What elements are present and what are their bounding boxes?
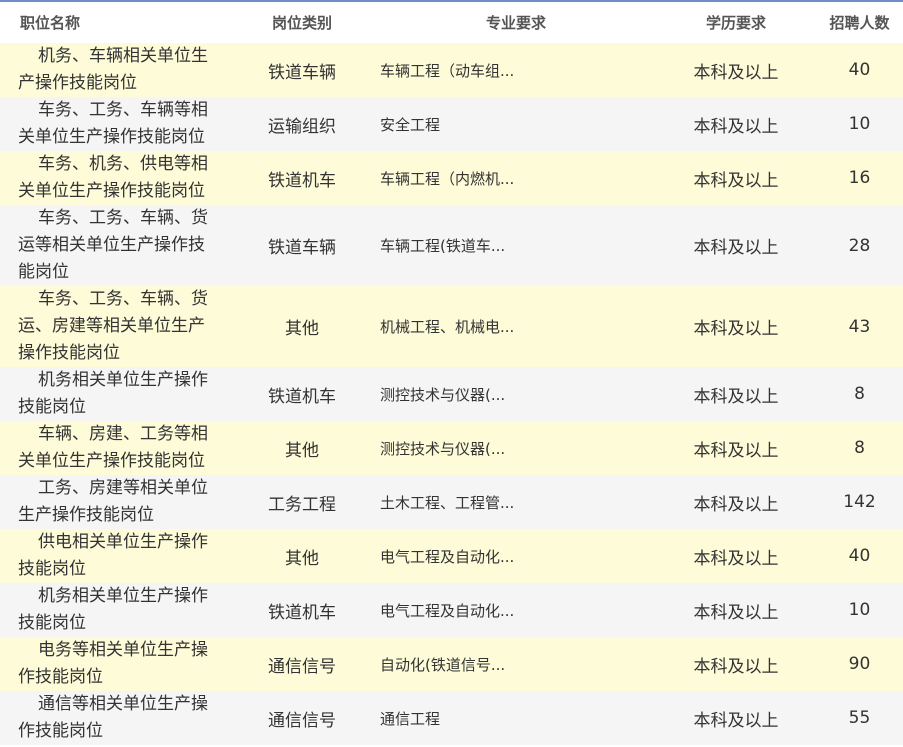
table-row[interactable]: 机务相关单位生产操作技能岗位 铁道机车 测控技术与仪器(... 本科及以上 8 bbox=[0, 367, 903, 421]
major-requirement: 电气工程及自动化... bbox=[380, 601, 515, 620]
position-category: 铁道机车 bbox=[268, 602, 336, 623]
position-name: 通信等相关单位生产操作技能岗位 bbox=[18, 694, 208, 741]
recruit-count: 8 bbox=[854, 384, 865, 404]
recruit-count: 40 bbox=[848, 60, 871, 80]
position-category: 铁道车辆 bbox=[268, 238, 336, 258]
position-name: 供电相关单位生产操作技能岗位 bbox=[18, 532, 208, 579]
recruit-count: 16 bbox=[848, 168, 871, 188]
major-requirement: 测控技术与仪器(... bbox=[380, 385, 506, 404]
education-requirement: 本科及以上 bbox=[693, 656, 779, 677]
header-category: 岗位类别 bbox=[271, 14, 332, 32]
position-category: 运输组织 bbox=[268, 116, 336, 137]
table-header: 职位名称 岗位类别 专业要求 学历要求 招聘人数 bbox=[0, 1, 903, 43]
position-name: 车务、工务、车辆、货运等相关单位生产操作技能岗位 bbox=[18, 208, 208, 282]
recruit-count: 142 bbox=[843, 492, 876, 512]
education-requirement: 本科及以上 bbox=[693, 116, 779, 137]
major-requirement: 测控技术与仪器(... bbox=[380, 439, 506, 458]
table-row[interactable]: 车辆、房建、工务等相关单位生产操作技能岗位 其他 测控技术与仪器(... 本科及… bbox=[0, 421, 903, 475]
position-category: 铁道机车 bbox=[268, 386, 336, 407]
table-row[interactable]: 工务、房建等相关单位生产操作技能岗位 工务工程 土木工程、工程管... 本科及以… bbox=[0, 475, 903, 529]
education-requirement: 本科及以上 bbox=[693, 170, 779, 191]
recruit-count: 8 bbox=[854, 438, 865, 458]
table-row[interactable]: 车务、机务、供电等相关单位生产操作技能岗位 铁道机车 车辆工程（内燃机... 本… bbox=[0, 151, 903, 205]
major-requirement: 通信工程 bbox=[380, 709, 441, 728]
position-category: 通信信号 bbox=[268, 656, 336, 677]
position-name: 电务等相关单位生产操作技能岗位 bbox=[18, 640, 208, 687]
recruitment-table: 职位名称 岗位类别 专业要求 学历要求 招聘人数 机务、车辆相关单位生产操作技能… bbox=[0, 0, 903, 745]
header-position-name: 职位名称 bbox=[20, 14, 81, 32]
table-body: 机务、车辆相关单位生产操作技能岗位 铁道车辆 车辆工程（动车组... 本科及以上… bbox=[0, 43, 903, 745]
position-category: 其他 bbox=[285, 319, 319, 339]
table-row[interactable]: 电务等相关单位生产操作技能岗位 通信信号 自动化(铁道信号... 本科及以上 9… bbox=[0, 637, 903, 691]
major-requirement: 电气工程及自动化... bbox=[380, 547, 515, 566]
recruit-count: 10 bbox=[848, 600, 871, 620]
position-category: 其他 bbox=[285, 548, 319, 569]
major-requirement: 车辆工程(铁道车... bbox=[380, 237, 506, 255]
recruit-count: 43 bbox=[848, 316, 871, 337]
education-requirement: 本科及以上 bbox=[693, 602, 779, 623]
major-requirement: 安全工程 bbox=[380, 115, 441, 134]
header-count: 招聘人数 bbox=[829, 14, 890, 32]
major-requirement: 机械工程、机械电... bbox=[380, 318, 515, 336]
education-requirement: 本科及以上 bbox=[693, 548, 779, 569]
education-requirement: 本科及以上 bbox=[693, 238, 779, 258]
recruit-count: 40 bbox=[848, 546, 871, 566]
header-row: 职位名称 岗位类别 专业要求 学历要求 招聘人数 bbox=[0, 1, 903, 43]
position-name: 机务相关单位生产操作技能岗位 bbox=[18, 370, 208, 417]
table-row[interactable]: 机务、车辆相关单位生产操作技能岗位 铁道车辆 车辆工程（动车组... 本科及以上… bbox=[0, 43, 903, 97]
major-requirement: 自动化(铁道信号... bbox=[380, 655, 506, 674]
table-row[interactable]: 车务、工务、车辆、货运、房建等相关单位生产操作技能岗位 其他 机械工程、机械电.… bbox=[0, 286, 903, 367]
education-requirement: 本科及以上 bbox=[693, 494, 779, 515]
education-requirement: 本科及以上 bbox=[693, 440, 779, 461]
position-category: 通信信号 bbox=[268, 710, 336, 731]
position-name: 机务、车辆相关单位生产操作技能岗位 bbox=[18, 46, 208, 93]
education-requirement: 本科及以上 bbox=[693, 319, 779, 339]
position-name: 车辆、房建、工务等相关单位生产操作技能岗位 bbox=[18, 424, 208, 471]
major-requirement: 土木工程、工程管... bbox=[380, 493, 515, 512]
position-category: 铁道车辆 bbox=[268, 62, 336, 83]
header-education: 学历要求 bbox=[705, 14, 766, 32]
table-row[interactable]: 供电相关单位生产操作技能岗位 其他 电气工程及自动化... 本科及以上 40 bbox=[0, 529, 903, 583]
recruit-count: 10 bbox=[848, 114, 871, 134]
recruitment-table-container: 职位名称 岗位类别 专业要求 学历要求 招聘人数 机务、车辆相关单位生产操作技能… bbox=[0, 0, 903, 747]
position-name: 工务、房建等相关单位生产操作技能岗位 bbox=[18, 478, 208, 525]
position-name: 车务、工务、车辆等相关单位生产操作技能岗位 bbox=[18, 100, 208, 147]
education-requirement: 本科及以上 bbox=[693, 62, 779, 83]
major-requirement: 车辆工程（动车组... bbox=[380, 61, 515, 80]
recruit-count: 55 bbox=[848, 708, 871, 728]
position-category: 铁道机车 bbox=[268, 170, 336, 191]
table-row[interactable]: 机务相关单位生产操作技能岗位 铁道机车 电气工程及自动化... 本科及以上 10 bbox=[0, 583, 903, 637]
position-category: 其他 bbox=[285, 440, 319, 461]
recruit-count: 90 bbox=[848, 654, 871, 674]
table-row[interactable]: 通信等相关单位生产操作技能岗位 通信信号 通信工程 本科及以上 55 bbox=[0, 691, 903, 745]
recruit-count: 28 bbox=[848, 235, 871, 256]
position-name: 机务相关单位生产操作技能岗位 bbox=[18, 586, 208, 633]
education-requirement: 本科及以上 bbox=[693, 386, 779, 407]
position-name: 车务、机务、供电等相关单位生产操作技能岗位 bbox=[18, 154, 208, 201]
table-row[interactable]: 车务、工务、车辆等相关单位生产操作技能岗位 运输组织 安全工程 本科及以上 10 bbox=[0, 97, 903, 151]
table-row[interactable]: 车务、工务、车辆、货运等相关单位生产操作技能岗位 铁道车辆 车辆工程(铁道车..… bbox=[0, 205, 903, 286]
position-category: 工务工程 bbox=[268, 494, 336, 515]
header-major: 专业要求 bbox=[485, 14, 546, 32]
position-name: 车务、工务、车辆、货运、房建等相关单位生产操作技能岗位 bbox=[18, 289, 208, 363]
education-requirement: 本科及以上 bbox=[693, 710, 779, 731]
major-requirement: 车辆工程（内燃机... bbox=[380, 169, 515, 188]
